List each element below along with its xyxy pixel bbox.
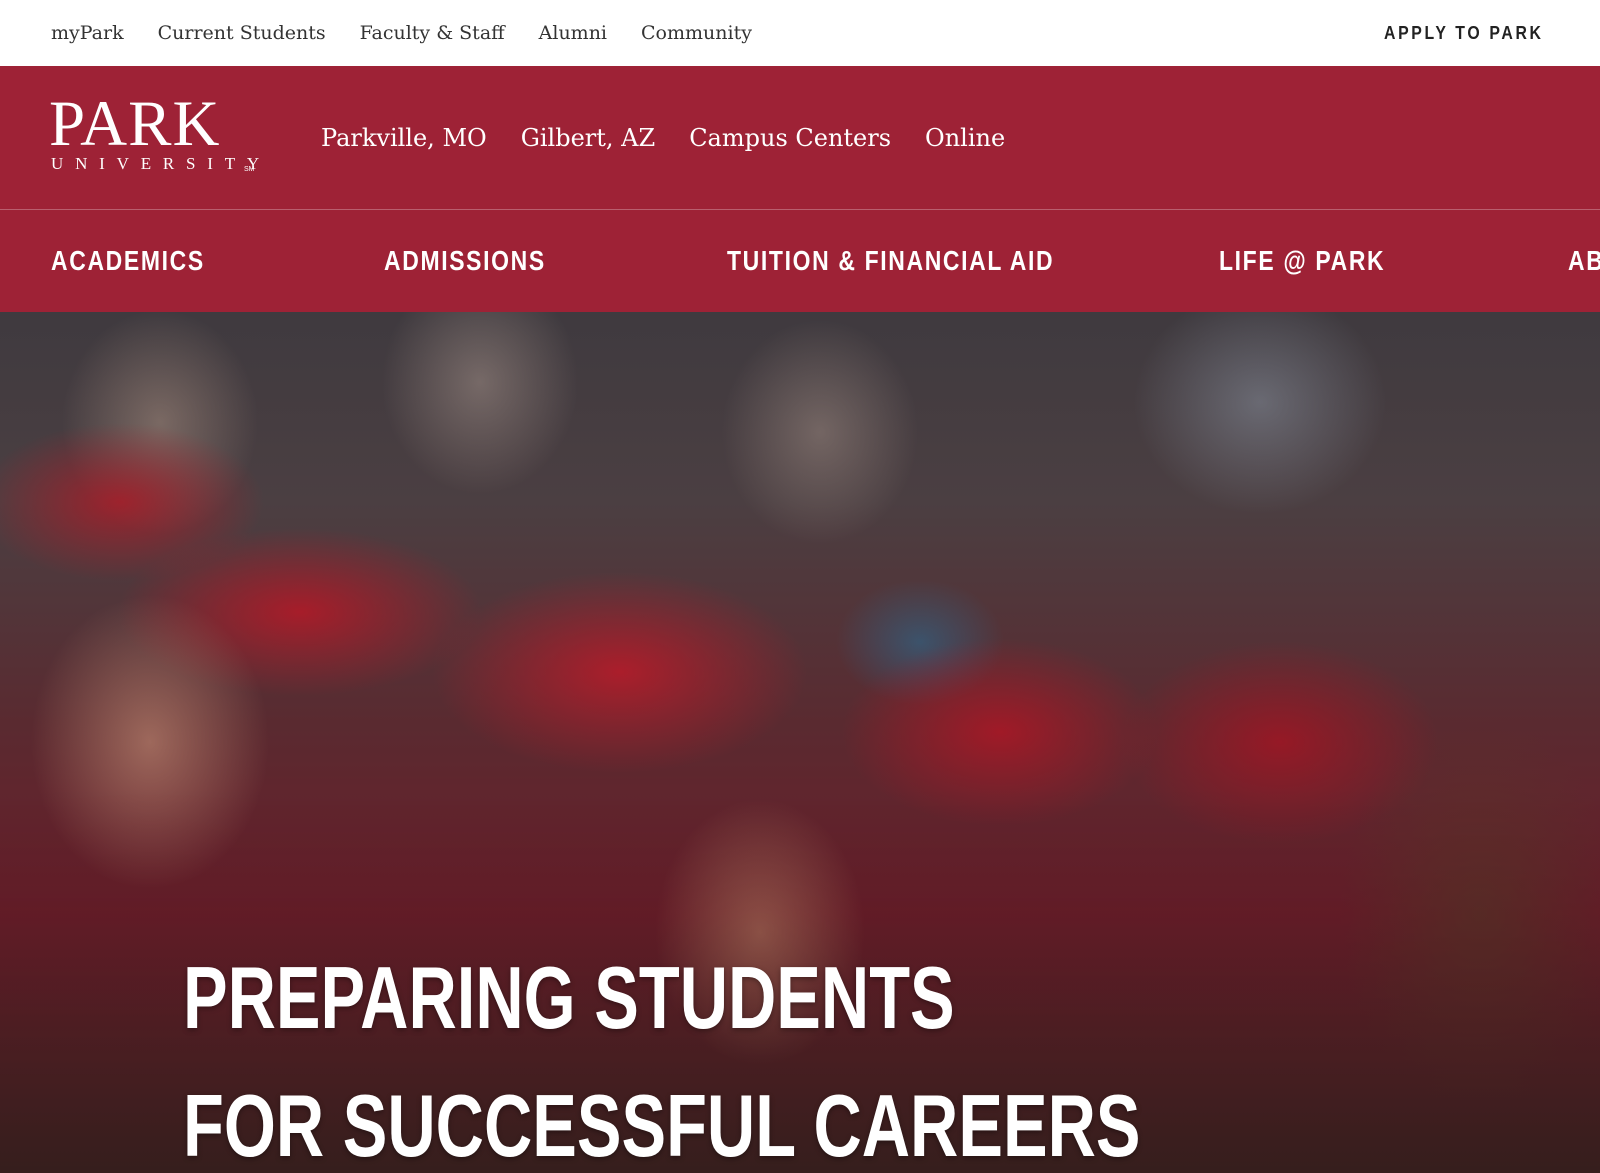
- park-university-logo[interactable]: PARK UNIVERSITY SM: [49, 92, 261, 178]
- audience-link-current-students[interactable]: Current Students: [158, 22, 326, 44]
- nav-item-about[interactable]: ABOUT: [1568, 210, 1600, 312]
- nav-item-tuition-financial-aid[interactable]: TUITION & FINANCIAL AID: [727, 210, 1054, 312]
- audience-link-mypark[interactable]: myPark: [51, 22, 124, 44]
- hero-headline-line-2: FOR SUCCESSFUL CAREERS: [183, 1076, 1141, 1173]
- hero-headline: PREPARING STUDENTS FOR SUCCESSFUL CAREER…: [183, 934, 1140, 1173]
- logo-wordmark: PARK: [49, 88, 221, 160]
- audience-nav: myPark Current Students Faculty & Staff …: [51, 0, 752, 66]
- campus-link-gilbert[interactable]: Gilbert, AZ: [521, 124, 655, 152]
- nav-item-admissions[interactable]: ADMISSIONS: [384, 210, 546, 312]
- brand-header: PARK UNIVERSITY SM Parkville, MO Gilbert…: [0, 66, 1600, 210]
- audience-link-alumni[interactable]: Alumni: [539, 22, 607, 44]
- campus-link-campus-centers[interactable]: Campus Centers: [689, 124, 891, 152]
- audience-link-community[interactable]: Community: [641, 22, 752, 44]
- audience-link-faculty-staff[interactable]: Faculty & Staff: [360, 22, 505, 44]
- nav-item-life-at-park[interactable]: LIFE @ PARK: [1219, 210, 1385, 312]
- campus-nav: Parkville, MO Gilbert, AZ Campus Centers…: [321, 66, 1005, 210]
- service-mark: SM: [244, 166, 255, 173]
- main-nav: ACADEMICS ADMISSIONS TUITION & FINANCIAL…: [0, 210, 1600, 312]
- utility-actions: APPLY TO PARK R: [1384, 0, 1600, 66]
- campus-link-parkville[interactable]: Parkville, MO: [321, 124, 487, 152]
- logo-subtitle: UNIVERSITY: [51, 154, 271, 173]
- hero-banner: PREPARING STUDENTS FOR SUCCESSFUL CAREER…: [0, 312, 1600, 1173]
- campus-link-online[interactable]: Online: [925, 124, 1005, 152]
- nav-item-academics[interactable]: ACADEMICS: [51, 210, 205, 312]
- apply-to-park-link[interactable]: APPLY TO PARK: [1384, 23, 1544, 44]
- utility-bar: myPark Current Students Faculty & Staff …: [0, 0, 1600, 66]
- hero-headline-line-1: PREPARING STUDENTS: [183, 948, 955, 1047]
